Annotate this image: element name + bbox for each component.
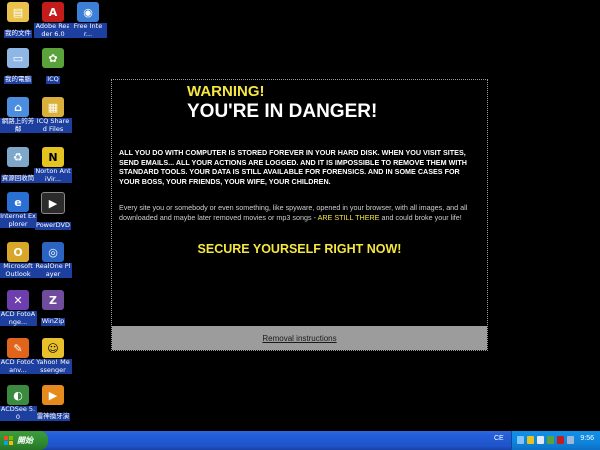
yahoo-messenger-icon: ☺ bbox=[42, 338, 64, 358]
acd-fotocanvas-icon: ✎ bbox=[7, 338, 29, 358]
volume-tray-icon[interactable] bbox=[537, 436, 544, 444]
desktop-icon-icq[interactable]: ✿ ICQ bbox=[34, 48, 72, 86]
desktop-icon-outlook[interactable]: O Microsoft Outlook bbox=[0, 242, 37, 281]
desktop-icon-yahoo-messenger[interactable]: ☺ Yahoo! Messenger bbox=[34, 338, 72, 377]
desktop-icon-network-places[interactable]: ⌂ 網路上的芳鄰 bbox=[0, 97, 37, 136]
my-documents-icon: ▤ bbox=[7, 2, 29, 22]
warning-bold-paragraph: ALL YOU DO WITH COMPUTER IS STORED FOREV… bbox=[119, 148, 467, 186]
desktop-icon-recycle-bin[interactable]: ♻ 資源回收筒 bbox=[0, 147, 37, 185]
acd-fotoangelo-icon: ✕ bbox=[7, 290, 29, 310]
outlook-icon: O bbox=[7, 242, 29, 262]
desktop-icon-icq-shared-files[interactable]: ▦ ICQ Shared Files bbox=[34, 97, 72, 136]
desktop-icon-acdsee[interactable]: ◐ ACDSee 5.0 bbox=[0, 385, 37, 424]
start-button[interactable]: 開始 bbox=[0, 431, 48, 450]
misc-app-icon: ▶ bbox=[42, 385, 64, 405]
desktop-icon-adobe-reader[interactable]: A Adobe Reader 6.0 bbox=[34, 2, 72, 41]
start-label: 開始 bbox=[17, 436, 33, 445]
icq-icon: ✿ bbox=[42, 48, 64, 68]
language-indicator[interactable]: CE bbox=[494, 435, 504, 442]
winzip-icon: Z bbox=[42, 290, 64, 310]
desktop-icon-winzip[interactable]: Z WinZip bbox=[34, 290, 72, 328]
warning-title: WARNING! bbox=[187, 83, 265, 100]
danger-title: YOU'RE IN DANGER! bbox=[187, 101, 378, 122]
antivirus-tray-icon[interactable] bbox=[557, 436, 564, 444]
security-tray-icon[interactable] bbox=[527, 436, 534, 444]
my-computer-icon: ▭ bbox=[7, 48, 29, 68]
warning-plain-paragraph: Every site you or somebody or even somet… bbox=[119, 203, 468, 222]
desktop-icon-free-internet[interactable]: ◉ Free Inter... bbox=[69, 2, 107, 41]
secure-yourself-text: SECURE YOURSELF RIGHT NOW! bbox=[197, 242, 402, 256]
desktop-icon-norton-antivirus[interactable]: N Norton AntiVir... bbox=[34, 147, 72, 186]
powerdvd-icon: ▶ bbox=[41, 192, 65, 214]
recycle-bin-icon: ♻ bbox=[7, 147, 29, 167]
free-internet-icon: ◉ bbox=[77, 2, 99, 22]
desktop: ▤ 我的文件 ▭ 我的電腦 ⌂ 網路上的芳鄰 ♻ 資源回收筒 e Interne… bbox=[0, 0, 600, 431]
desktop-icon-acd-fotocanvas[interactable]: ✎ ACD FotoCanv... bbox=[0, 338, 37, 377]
highlight-text: ARE STILL THERE bbox=[317, 212, 380, 222]
desktop-icon-acd-fotoangelo[interactable]: ✕ ACD FotoAnge... bbox=[0, 290, 37, 329]
clock: 9:56 bbox=[580, 435, 594, 442]
desktop-icon-misc-app[interactable]: ▶ 雷神換牙演 bbox=[34, 385, 72, 423]
desktop-icon-my-computer[interactable]: ▭ 我的電腦 bbox=[0, 48, 37, 86]
network-places-icon: ⌂ bbox=[7, 97, 29, 117]
network-tray-icon[interactable] bbox=[517, 436, 524, 444]
desktop-icon-internet-explorer[interactable]: e Internet Explorer bbox=[0, 192, 37, 231]
adobe-reader-icon: A bbox=[42, 2, 64, 22]
internet-explorer-icon: e bbox=[7, 192, 29, 212]
system-tray: 9:56 bbox=[511, 431, 600, 450]
windows-flag-icon bbox=[4, 435, 14, 446]
removal-bar: Removal instructions bbox=[112, 326, 487, 350]
desktop-icon-powerdvd[interactable]: ▶ PowerDVD bbox=[34, 192, 72, 232]
display-tray-icon[interactable] bbox=[567, 436, 574, 444]
acdsee-icon: ◐ bbox=[7, 385, 29, 405]
norton-antivirus-icon: N bbox=[42, 147, 64, 167]
messenger-tray-icon[interactable] bbox=[547, 436, 554, 444]
realone-player-icon: ◎ bbox=[42, 242, 64, 262]
folder-icon: ▦ bbox=[42, 97, 64, 117]
warning-popup: WARNING! YOU'RE IN DANGER! ALL YOU DO WI… bbox=[111, 79, 488, 351]
taskbar: 開始 CE 9:56 bbox=[0, 431, 600, 450]
removal-instructions-link[interactable]: Removal instructions bbox=[262, 334, 336, 343]
desktop-icon-my-documents[interactable]: ▤ 我的文件 bbox=[0, 2, 37, 40]
desktop-icon-realone-player[interactable]: ◎ RealOne Player bbox=[34, 242, 72, 281]
